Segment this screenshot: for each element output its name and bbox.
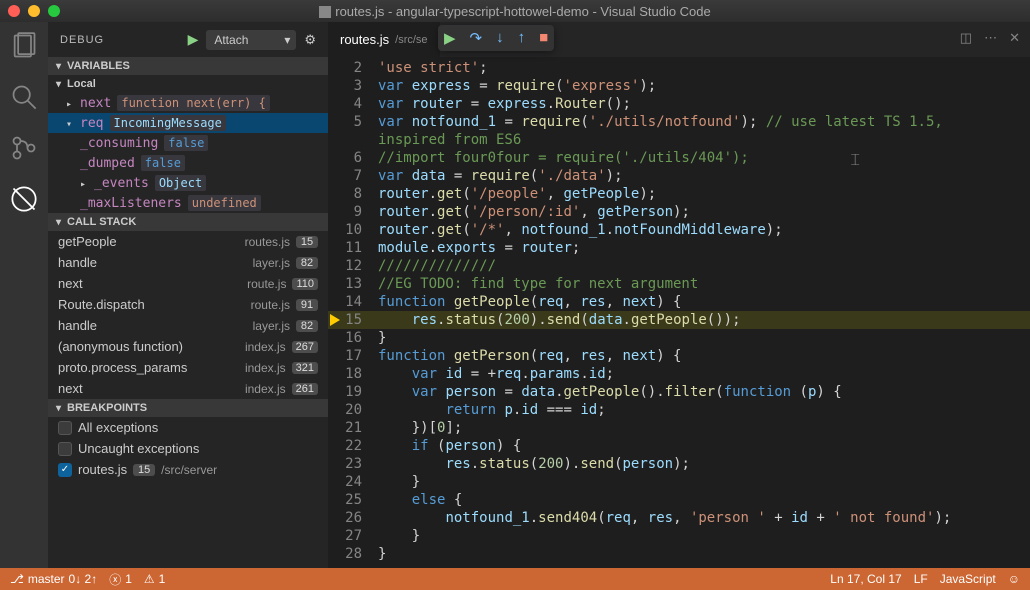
code-line[interactable]: 5var notfound_1 = require('./utils/notfo… [328, 113, 1030, 131]
more-actions-button[interactable]: ⋯ [984, 30, 997, 46]
breakpoint-all-exceptions[interactable]: All exceptions [48, 417, 328, 438]
text-cursor-icon: ⌶ [850, 152, 860, 170]
callstack-frame[interactable]: handlelayer.js82 [48, 252, 328, 273]
code-line[interactable]: 13//EG TODO: find type for next argument [328, 275, 1030, 293]
explorer-icon[interactable] [10, 32, 38, 63]
callstack-section-header[interactable]: CALL STACK [48, 213, 328, 231]
callstack-frame[interactable]: getPeopleroutes.js15 [48, 231, 328, 252]
debug-panel-title: DEBUG [60, 34, 180, 46]
code-line[interactable]: 6//import four0four = require('./utils/4… [328, 149, 1030, 167]
code-line[interactable]: 25 else { [328, 491, 1030, 509]
variable-row[interactable]: next function next(err) { [48, 93, 328, 113]
warnings-status[interactable]: ⚠ 1 [144, 572, 165, 586]
code-line[interactable]: 18 var id = +req.params.id; [328, 365, 1030, 383]
variables-section-header[interactable]: VARIABLES [48, 57, 328, 75]
feedback-icon[interactable]: ☺ [1008, 572, 1020, 586]
code-line[interactable]: 17function getPerson(req, res, next) { [328, 347, 1030, 365]
code-line[interactable]: 8router.get('/people', getPeople); [328, 185, 1030, 203]
callstack-frame[interactable]: Route.dispatchroute.js91 [48, 294, 328, 315]
checkbox-icon[interactable] [58, 421, 72, 435]
code-line[interactable]: 3var express = require('express'); [328, 77, 1030, 95]
activity-bar [0, 22, 48, 568]
variable-row[interactable]: _events Object [48, 173, 328, 193]
code-line[interactable]: 22 if (person) { [328, 437, 1030, 455]
titlebar: routes.js - angular-typescript-hottowel-… [0, 0, 1030, 22]
code-line[interactable]: 11module.exports = router; [328, 239, 1030, 257]
errors-status[interactable]: ⓧ 1 [109, 571, 132, 588]
debug-step-into-button[interactable]: ↓ [496, 29, 504, 47]
breakpoint-file[interactable]: ✓ routes.js 15 /src/server [48, 459, 328, 480]
code-line[interactable]: 24 } [328, 473, 1030, 491]
language-status[interactable]: JavaScript [940, 572, 996, 586]
code-line[interactable]: 19 var person = data.getPeople().filter(… [328, 383, 1030, 401]
editor-tab[interactable]: routes.js /src/se [328, 22, 440, 57]
status-bar: ⎇ master 0↓ 2↑ ⓧ 1 ⚠ 1 Ln 17, Col 17 LF … [0, 568, 1030, 590]
code-line[interactable]: 26 notfound_1.send404(req, res, 'person … [328, 509, 1030, 527]
git-icon[interactable] [10, 134, 38, 165]
start-debug-button[interactable]: ▶ [188, 31, 199, 48]
code-line[interactable]: 21 })[0]; [328, 419, 1030, 437]
code-line[interactable]: 16} [328, 329, 1030, 347]
debug-config-select[interactable]: Attach ▾ [206, 30, 296, 50]
file-icon [319, 6, 331, 18]
callstack-frame[interactable]: (anonymous function)index.js267 [48, 336, 328, 357]
window-title: routes.js - angular-typescript-hottowel-… [0, 4, 1030, 19]
code-editor[interactable]: 2'use strict';3var express = require('ex… [328, 57, 1030, 568]
checkbox-icon[interactable] [58, 442, 72, 456]
callstack-frame[interactable]: nextindex.js261 [48, 378, 328, 399]
local-scope-header[interactable]: Local [48, 75, 328, 93]
variable-row[interactable]: _maxListeners undefined [48, 193, 328, 213]
variable-row[interactable]: _dumped false [48, 153, 328, 173]
debug-stop-button[interactable]: ■ [539, 29, 548, 47]
search-icon[interactable] [10, 83, 38, 114]
code-line[interactable]: 9router.get('/person/:id', getPerson); [328, 203, 1030, 221]
split-editor-button[interactable]: ◫ [960, 30, 972, 46]
code-line[interactable]: 7var data = require('./data'); [328, 167, 1030, 185]
checkbox-checked-icon[interactable]: ✓ [58, 463, 72, 477]
variable-row-selected[interactable]: req IncomingMessage [48, 113, 328, 133]
eol-status[interactable]: LF [914, 572, 928, 586]
debug-settings-button[interactable]: ⚙ [304, 32, 316, 48]
code-line[interactable]: 2'use strict'; [328, 59, 1030, 77]
breakpoints-section-header[interactable]: BREAKPOINTS [48, 399, 328, 417]
code-line[interactable]: 15 res.status(200).send(data.getPeople()… [328, 311, 1030, 329]
code-line[interactable]: inspired from ES6 [328, 131, 1030, 149]
debug-sidebar: DEBUG ▶ Attach ▾ ⚙ VARIABLES Local next … [48, 22, 328, 568]
code-line[interactable]: 4var router = express.Router(); [328, 95, 1030, 113]
code-line[interactable]: 12////////////// [328, 257, 1030, 275]
code-line[interactable]: 27 } [328, 527, 1030, 545]
code-line[interactable]: 28} [328, 545, 1030, 563]
callstack-frame[interactable]: proto.process_paramsindex.js321 [48, 357, 328, 378]
callstack-frame[interactable]: handlelayer.js82 [48, 315, 328, 336]
debug-continue-button[interactable]: ▶ [444, 29, 456, 47]
debug-toolbar: ▶ ↷ ↓ ↑ ■ [438, 25, 554, 51]
debug-step-out-button[interactable]: ↑ [518, 29, 526, 47]
close-editor-button[interactable]: ✕ [1009, 30, 1020, 46]
debug-step-over-button[interactable]: ↷ [470, 29, 483, 47]
code-line[interactable]: 10router.get('/*', notfound_1.notFoundMi… [328, 221, 1030, 239]
editor-area: routes.js /src/se ▶ ↷ ↓ ↑ ■ ◫ ⋯ ✕ 2'use … [328, 22, 1030, 568]
code-line[interactable]: 23 res.status(200).send(person); [328, 455, 1030, 473]
editor-tabs: routes.js /src/se [328, 22, 1030, 57]
code-line[interactable]: 14function getPeople(req, res, next) { [328, 293, 1030, 311]
callstack-frame[interactable]: nextroute.js110 [48, 273, 328, 294]
variable-row[interactable]: _consuming false [48, 133, 328, 153]
git-branch-status[interactable]: ⎇ master 0↓ 2↑ [10, 572, 97, 586]
breakpoint-uncaught-exceptions[interactable]: Uncaught exceptions [48, 438, 328, 459]
debug-icon[interactable] [10, 185, 38, 216]
code-line[interactable]: 20 return p.id === id; [328, 401, 1030, 419]
cursor-position-status[interactable]: Ln 17, Col 17 [830, 572, 901, 586]
